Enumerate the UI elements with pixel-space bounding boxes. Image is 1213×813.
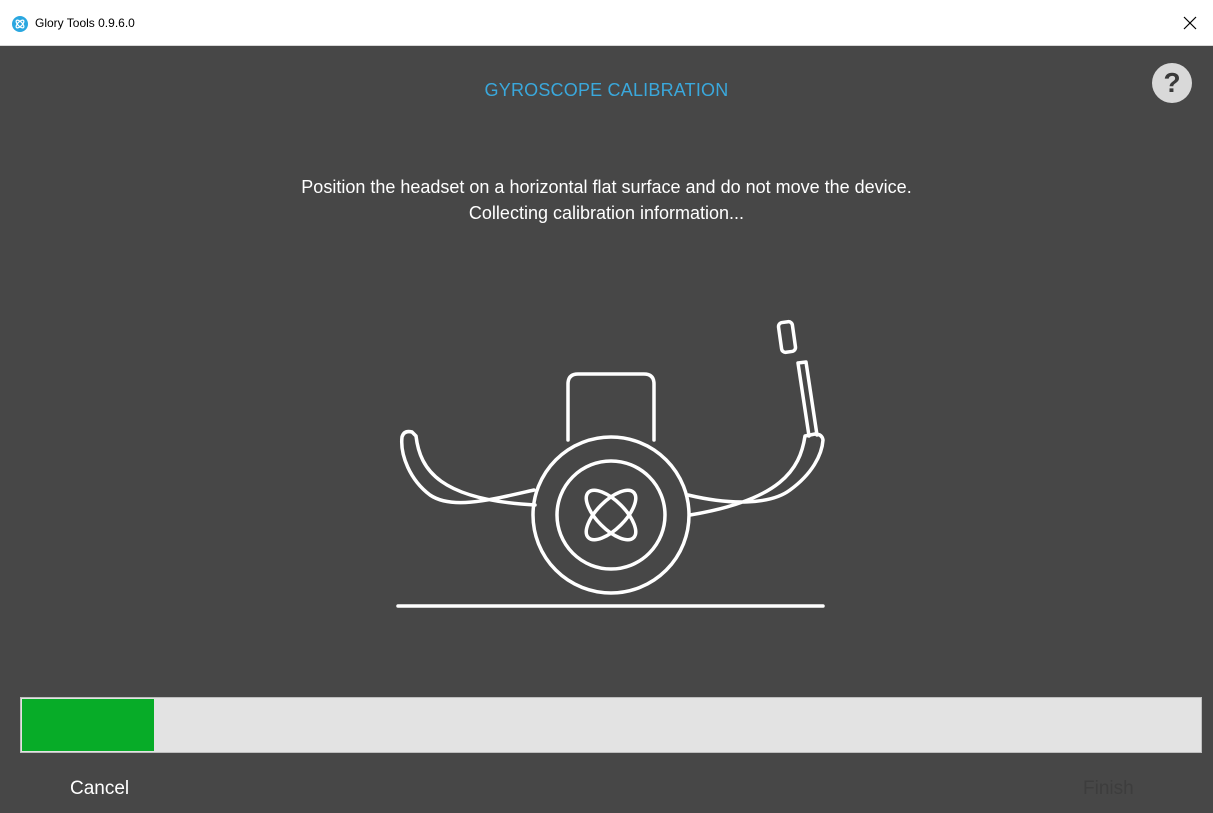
progress-bar — [20, 697, 1202, 753]
close-button[interactable] — [1167, 0, 1213, 46]
cancel-button[interactable]: Cancel — [70, 778, 129, 800]
window-title: Glory Tools 0.9.6.0 — [35, 16, 135, 30]
instructions: Position the headset on a horizontal fla… — [0, 174, 1213, 226]
help-icon: ? — [1163, 67, 1181, 98]
progress-fill — [22, 699, 154, 751]
help-button[interactable]: ? — [1152, 63, 1192, 103]
instruction-line: Position the headset on a horizontal fla… — [301, 177, 912, 197]
instruction-status: Collecting calibration information... — [468, 203, 745, 223]
title-bar: Glory Tools 0.9.6.0 — [0, 0, 1213, 46]
headset-on-flat-surface-icon — [396, 319, 825, 608]
close-icon — [1183, 16, 1197, 30]
page-title: GYROSCOPE CALIBRATION — [484, 80, 729, 100]
calibration-panel: GYROSCOPE CALIBRATION ? Position the hea… — [0, 46, 1213, 813]
glory-logo-icon — [12, 16, 28, 32]
finish-button: Finish — [1083, 778, 1134, 799]
